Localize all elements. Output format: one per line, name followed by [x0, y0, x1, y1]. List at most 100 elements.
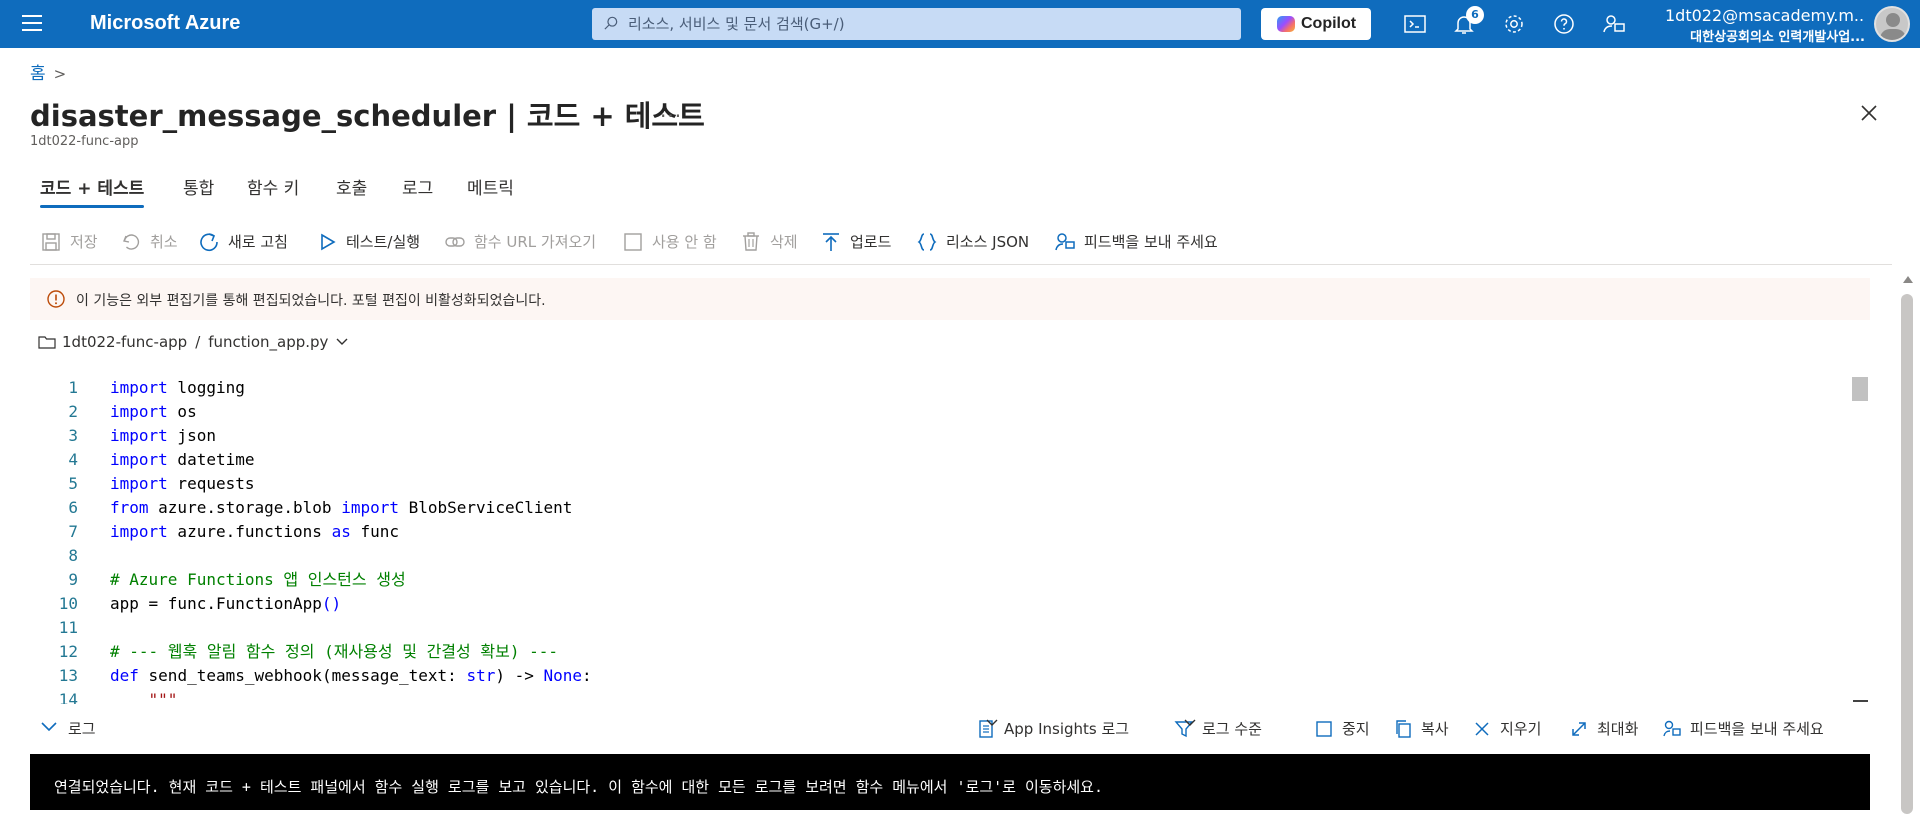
- folder-icon: [38, 336, 56, 349]
- scroll-up-icon[interactable]: [1903, 276, 1913, 283]
- file-path: 1dt022-func-app / function_app.py: [38, 333, 348, 351]
- brand-title[interactable]: Microsoft Azure: [90, 12, 240, 35]
- feedback-icon: [1663, 720, 1681, 737]
- discard-label: 취소: [150, 233, 178, 251]
- path-file[interactable]: function_app.py: [208, 333, 328, 351]
- copy-icon: [1396, 720, 1411, 738]
- upload-icon: [823, 233, 839, 251]
- path-app[interactable]: 1dt022-func-app: [62, 333, 187, 351]
- save-label: 저장: [70, 233, 98, 251]
- top-bar: Microsoft Azure 리소스, 서비스 및 문서 검색(G+/) Co…: [0, 0, 1920, 48]
- log-level-dropdown[interactable]: 로그 수준: [1174, 716, 1262, 742]
- info-icon: [47, 290, 65, 308]
- get-url-button[interactable]: 함수 URL 가져오기: [444, 228, 596, 256]
- notification-badge: 6: [1466, 6, 1484, 24]
- close-icon[interactable]: [1858, 102, 1880, 124]
- help-icon[interactable]: [1552, 12, 1576, 36]
- menu-icon[interactable]: [22, 15, 42, 33]
- chevron-down-icon[interactable]: [336, 338, 348, 346]
- copy-label: 복사: [1421, 720, 1449, 738]
- feedback-icon: [1055, 233, 1075, 251]
- path-separator: /: [195, 333, 201, 351]
- account-info[interactable]: 1dt022@msacademy.m... 대한상공회의소 인력개발사업...: [1665, 6, 1865, 45]
- clear-label: 지우기: [1500, 720, 1542, 738]
- log-toggle-label: 로그: [68, 720, 96, 738]
- tab-logs[interactable]: 로그: [402, 174, 433, 199]
- disable-label: 사용 안 함: [652, 233, 717, 251]
- stop-button[interactable]: 중지: [1314, 716, 1370, 742]
- save-icon: [42, 233, 60, 251]
- disable-button[interactable]: 사용 안 함: [622, 228, 717, 256]
- tab-invocations[interactable]: 호출: [336, 174, 367, 199]
- braces-icon: [917, 233, 937, 251]
- account-org: 대한상공회의소 인력개발사업...: [1690, 30, 1865, 45]
- trash-icon: [743, 232, 759, 251]
- search-input[interactable]: 리소스, 서비스 및 문서 검색(G+/): [592, 8, 1241, 40]
- page-subtitle: 1dt022-func-app: [30, 134, 139, 149]
- refresh-label: 새로 고침: [228, 233, 288, 251]
- save-button[interactable]: 저장: [40, 228, 98, 256]
- feedback-button[interactable]: 피드백을 보내 주세요: [1054, 228, 1218, 256]
- log-feedback-button[interactable]: 피드백을 보내 주세요: [1662, 716, 1824, 742]
- upload-button[interactable]: 업로드: [820, 228, 891, 256]
- log-toolbar: 로그 App Insights 로그 로그 수준 중지 복사 지우기 최대화 피…: [30, 714, 1870, 744]
- command-bar-divider: [30, 264, 1892, 265]
- chevron-right-icon: >: [53, 65, 67, 83]
- test-run-button[interactable]: 테스트/실행: [316, 228, 420, 256]
- more-icon[interactable]: ...: [660, 98, 682, 122]
- log-collapse-toggle[interactable]: 로그: [40, 718, 96, 739]
- account-email: 1dt022@msacademy.m...: [1665, 6, 1865, 25]
- maximize-label: 최대화: [1597, 720, 1639, 738]
- cloud-shell-icon[interactable]: [1403, 12, 1427, 36]
- avatar[interactable]: [1874, 6, 1910, 42]
- copilot-button[interactable]: Copilot: [1261, 8, 1371, 40]
- breadcrumb: 홈 >: [30, 59, 66, 84]
- copilot-icon: [1277, 16, 1295, 32]
- log-level-label: 로그 수준: [1202, 720, 1262, 738]
- log-console[interactable]: 연결되었습니다. 현재 코드 + 테스트 패널에서 함수 실행 로그를 보고 있…: [30, 754, 1870, 810]
- copy-button[interactable]: 복사: [1393, 716, 1449, 742]
- feedback-icon[interactable]: [1602, 12, 1626, 36]
- tab-function-keys[interactable]: 함수 키: [247, 174, 299, 199]
- breadcrumb-home[interactable]: 홈: [30, 64, 46, 84]
- tab-integration[interactable]: 통합: [183, 174, 214, 199]
- clear-button[interactable]: 지우기: [1472, 716, 1541, 742]
- tab-metrics[interactable]: 메트릭: [467, 174, 514, 199]
- get-url-label: 함수 URL 가져오기: [474, 233, 597, 251]
- test-run-label: 테스트/실행: [346, 233, 421, 251]
- stop-icon: [1316, 721, 1332, 737]
- code-editor[interactable]: 1 import logging 2 import os 3 import json …: [30, 372, 1870, 704]
- feedback-label: 피드백을 보내 주세요: [1084, 233, 1218, 251]
- search-icon: [604, 16, 618, 30]
- copilot-label: Copilot: [1301, 15, 1357, 32]
- undo-icon: [123, 234, 140, 250]
- checkbox-icon: [624, 233, 642, 251]
- gear-icon[interactable]: [1502, 12, 1526, 36]
- editor-scrollbar[interactable]: [1852, 377, 1868, 401]
- warning-banner: 이 기능은 외부 편집기를 통해 편집되었습니다. 포털 편집이 비활성화되었습…: [30, 278, 1870, 320]
- chevron-down-icon: [986, 719, 998, 726]
- editor-scroll-marker: [1853, 700, 1868, 702]
- stop-label: 중지: [1342, 720, 1370, 738]
- search-placeholder: 리소스, 서비스 및 문서 검색(G+/): [628, 15, 845, 33]
- play-icon: [321, 233, 336, 251]
- chevron-down-icon: [1184, 719, 1196, 726]
- maximize-button[interactable]: 최대화: [1569, 716, 1638, 742]
- tab-code-test[interactable]: 코드 + 테스트: [40, 174, 145, 208]
- delete-button[interactable]: 삭제: [740, 228, 798, 256]
- warning-text: 이 기능은 외부 편집기를 통해 편집되었습니다. 포털 편집이 비활성화되었습…: [76, 293, 546, 309]
- app-insights-label: App Insights 로그: [1004, 720, 1130, 738]
- refresh-icon: [200, 233, 218, 252]
- clear-icon: [1475, 722, 1489, 736]
- maximize-icon: [1572, 722, 1586, 736]
- link-icon: [445, 237, 465, 247]
- discard-button[interactable]: 취소: [120, 228, 178, 256]
- page-title: disaster_message_scheduler | 코드 + 테스트: [30, 99, 705, 133]
- resource-json-label: 리소스 JSON: [946, 233, 1030, 251]
- refresh-button[interactable]: 새로 고침: [198, 228, 288, 256]
- page-scrollbar-thumb[interactable]: [1901, 294, 1913, 814]
- page-scrollbar[interactable]: [1900, 270, 1914, 814]
- upload-label: 업로드: [850, 233, 892, 251]
- app-insights-dropdown[interactable]: App Insights 로그: [976, 716, 1129, 742]
- resource-json-button[interactable]: 리소스 JSON: [916, 228, 1029, 256]
